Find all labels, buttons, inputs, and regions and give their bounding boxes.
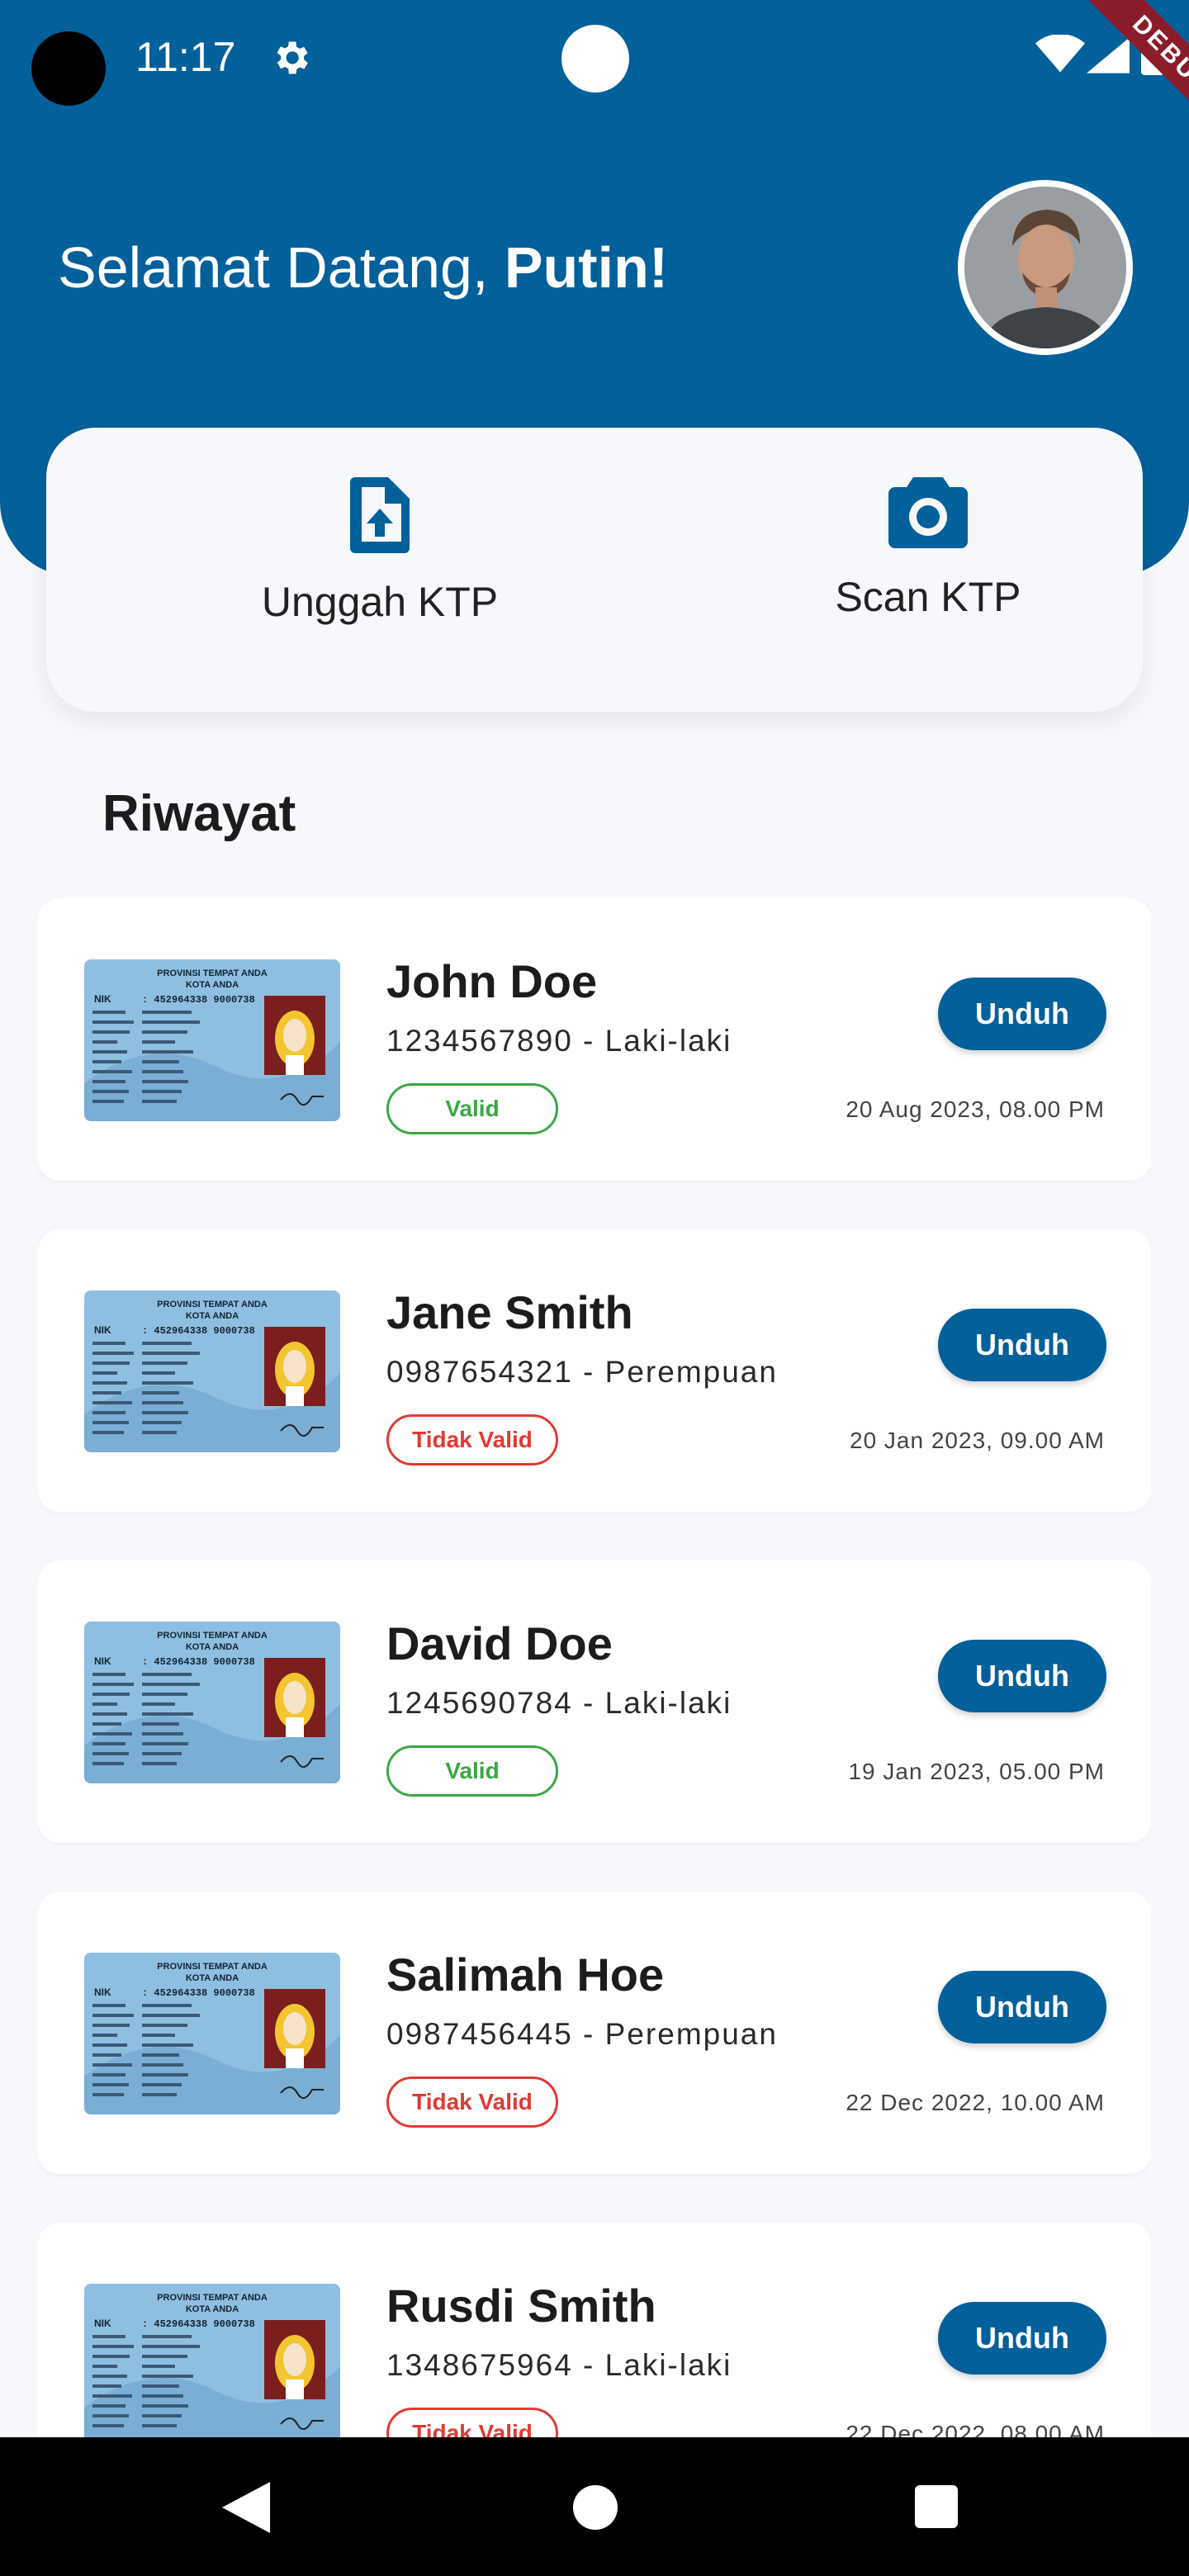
avatar[interactable] <box>958 180 1133 355</box>
svg-text:KOTA ANDA: KOTA ANDA <box>186 1311 239 1321</box>
svg-text:PROVINSI TEMPAT ANDA: PROVINSI TEMPAT ANDA <box>157 1300 268 1309</box>
ktp-thumbnail: PROVINSI TEMPAT ANDA KOTA ANDA NIK : 452… <box>84 1622 340 1783</box>
cellular-signal-icon <box>1087 37 1130 73</box>
svg-text:KOTA ANDA: KOTA ANDA <box>186 1973 239 1983</box>
status-badge: Tidak Valid <box>386 2076 558 2128</box>
history-card[interactable]: PROVINSI TEMPAT ANDA KOTA ANDA NIK : 452… <box>38 1560 1151 1843</box>
ktp-thumbnail: PROVINSI TEMPAT ANDA KOTA ANDA NIK : 452… <box>84 1953 340 2114</box>
person-name: Rusdi Smith <box>386 2280 656 2332</box>
svg-text:: 452964338 9000738: : 452964338 9000738 <box>142 1987 255 1999</box>
ktp-card-icon: PROVINSI TEMPAT ANDA KOTA ANDA NIK : 452… <box>84 1290 340 1452</box>
timestamp: 20 Jan 2023, 09.00 AM <box>850 1428 1105 1453</box>
ktp-thumbnail: PROVINSI TEMPAT ANDA KOTA ANDA NIK : 452… <box>84 2284 340 2437</box>
timestamp: 22 Dec 2022, 10.00 AM <box>846 2090 1105 2115</box>
ktp-actions-card: Unggah KTP Scan KTP <box>46 428 1143 712</box>
download-button[interactable]: Unduh <box>938 2302 1106 2375</box>
ktp-card-icon: PROVINSI TEMPAT ANDA KOTA ANDA NIK : 452… <box>84 1953 340 2114</box>
status-bar: 11:17 <box>0 0 1189 116</box>
camera-cutout <box>31 31 106 106</box>
svg-text:NIK: NIK <box>94 993 111 1005</box>
scan-ktp-label: Scan KTP <box>835 574 1021 620</box>
user-name: Putin! <box>504 235 669 300</box>
history-list[interactable]: PROVINSI TEMPAT ANDA KOTA ANDA NIK : 452… <box>38 898 1151 2437</box>
person-detail: 1234567890 - Laki-laki <box>386 1024 732 1058</box>
person-detail: 1245690784 - Laki-laki <box>386 1686 732 1720</box>
download-button[interactable]: Unduh <box>938 1971 1106 2043</box>
svg-text:: 452964338 9000738: : 452964338 9000738 <box>142 1656 255 1668</box>
avatar-portrait-icon <box>964 187 1126 348</box>
ktp-thumbnail: PROVINSI TEMPAT ANDA KOTA ANDA NIK : 452… <box>84 1290 340 1452</box>
recent-apps-icon[interactable] <box>915 2485 958 2528</box>
person-detail: 0987456445 - Perempuan <box>386 2017 778 2051</box>
person-detail: 1348675964 - Laki-laki <box>386 2348 732 2382</box>
svg-text:PROVINSI TEMPAT ANDA: PROVINSI TEMPAT ANDA <box>157 968 268 978</box>
home-icon[interactable] <box>573 2485 618 2530</box>
person-name: John Doe <box>386 955 598 1007</box>
scan-ktp-button[interactable]: Scan KTP <box>738 477 1118 675</box>
download-button[interactable]: Unduh <box>938 1640 1106 1712</box>
svg-text:KOTA ANDA: KOTA ANDA <box>186 2304 239 2314</box>
ktp-card-icon: PROVINSI TEMPAT ANDA KOTA ANDA NIK : 452… <box>84 1622 340 1783</box>
svg-text:NIK: NIK <box>94 2318 111 2329</box>
history-title: Riwayat <box>102 785 296 842</box>
svg-text:KOTA ANDA: KOTA ANDA <box>186 1642 239 1652</box>
person-name: Salimah Hoe <box>386 1949 665 2001</box>
file-upload-icon <box>350 477 410 553</box>
history-card[interactable]: PROVINSI TEMPAT ANDA KOTA ANDA NIK : 452… <box>38 898 1151 1181</box>
history-card[interactable]: PROVINSI TEMPAT ANDA KOTA ANDA NIK : 452… <box>38 1892 1151 2174</box>
svg-text:NIK: NIK <box>94 1655 111 1667</box>
upload-ktp-button[interactable]: Unggah KTP <box>190 477 570 675</box>
svg-text:NIK: NIK <box>94 1324 111 1336</box>
status-badge: Valid <box>386 1083 558 1134</box>
back-icon[interactable] <box>221 2482 271 2533</box>
status-badge: Valid <box>386 1745 558 1797</box>
svg-text:PROVINSI TEMPAT ANDA: PROVINSI TEMPAT ANDA <box>157 2293 268 2303</box>
history-card[interactable]: PROVINSI TEMPAT ANDA KOTA ANDA NIK : 452… <box>38 2223 1151 2437</box>
status-badge: Tidak Valid <box>386 1414 558 1466</box>
status-badge: Tidak Valid <box>386 2408 558 2437</box>
person-detail: 0987654321 - Perempuan <box>386 1355 778 1389</box>
navigation-bar <box>0 2437 1189 2576</box>
svg-text:: 452964338 9000738: : 452964338 9000738 <box>142 2318 255 2330</box>
person-name: David Doe <box>386 1617 613 1669</box>
download-button[interactable]: Unduh <box>938 978 1106 1050</box>
status-time: 11:17 <box>135 34 236 80</box>
svg-text:NIK: NIK <box>94 1986 111 1998</box>
camera-icon <box>888 477 968 548</box>
download-button[interactable]: Unduh <box>938 1309 1106 1381</box>
ktp-card-icon: PROVINSI TEMPAT ANDA KOTA ANDA NIK : 452… <box>84 959 340 1121</box>
svg-text:PROVINSI TEMPAT ANDA: PROVINSI TEMPAT ANDA <box>157 1962 268 1972</box>
svg-text:PROVINSI TEMPAT ANDA: PROVINSI TEMPAT ANDA <box>157 1631 268 1641</box>
upload-ktp-label: Unggah KTP <box>261 579 499 625</box>
timestamp: 20 Aug 2023, 08.00 PM <box>846 1096 1105 1122</box>
gear-icon <box>277 41 308 74</box>
welcome-text: Selamat Datang, Putin! <box>58 234 668 301</box>
svg-text:: 452964338 9000738: : 452964338 9000738 <box>142 994 255 1006</box>
history-card[interactable]: PROVINSI TEMPAT ANDA KOTA ANDA NIK : 452… <box>38 1229 1151 1512</box>
ktp-card-icon: PROVINSI TEMPAT ANDA KOTA ANDA NIK : 452… <box>84 2284 340 2437</box>
timestamp: 19 Jan 2023, 05.00 PM <box>848 1759 1105 1784</box>
svg-text:: 452964338 9000738: : 452964338 9000738 <box>142 1325 255 1337</box>
svg-text:KOTA ANDA: KOTA ANDA <box>186 980 239 990</box>
ktp-thumbnail: PROVINSI TEMPAT ANDA KOTA ANDA NIK : 452… <box>84 959 340 1121</box>
greeting-text: Selamat Datang, <box>58 235 504 300</box>
front-camera-dot <box>561 25 629 92</box>
wifi-icon <box>1035 35 1085 73</box>
person-name: Jane Smith <box>386 1286 633 1338</box>
timestamp: 22 Dec 2022, 08.00 AM <box>846 2421 1105 2437</box>
